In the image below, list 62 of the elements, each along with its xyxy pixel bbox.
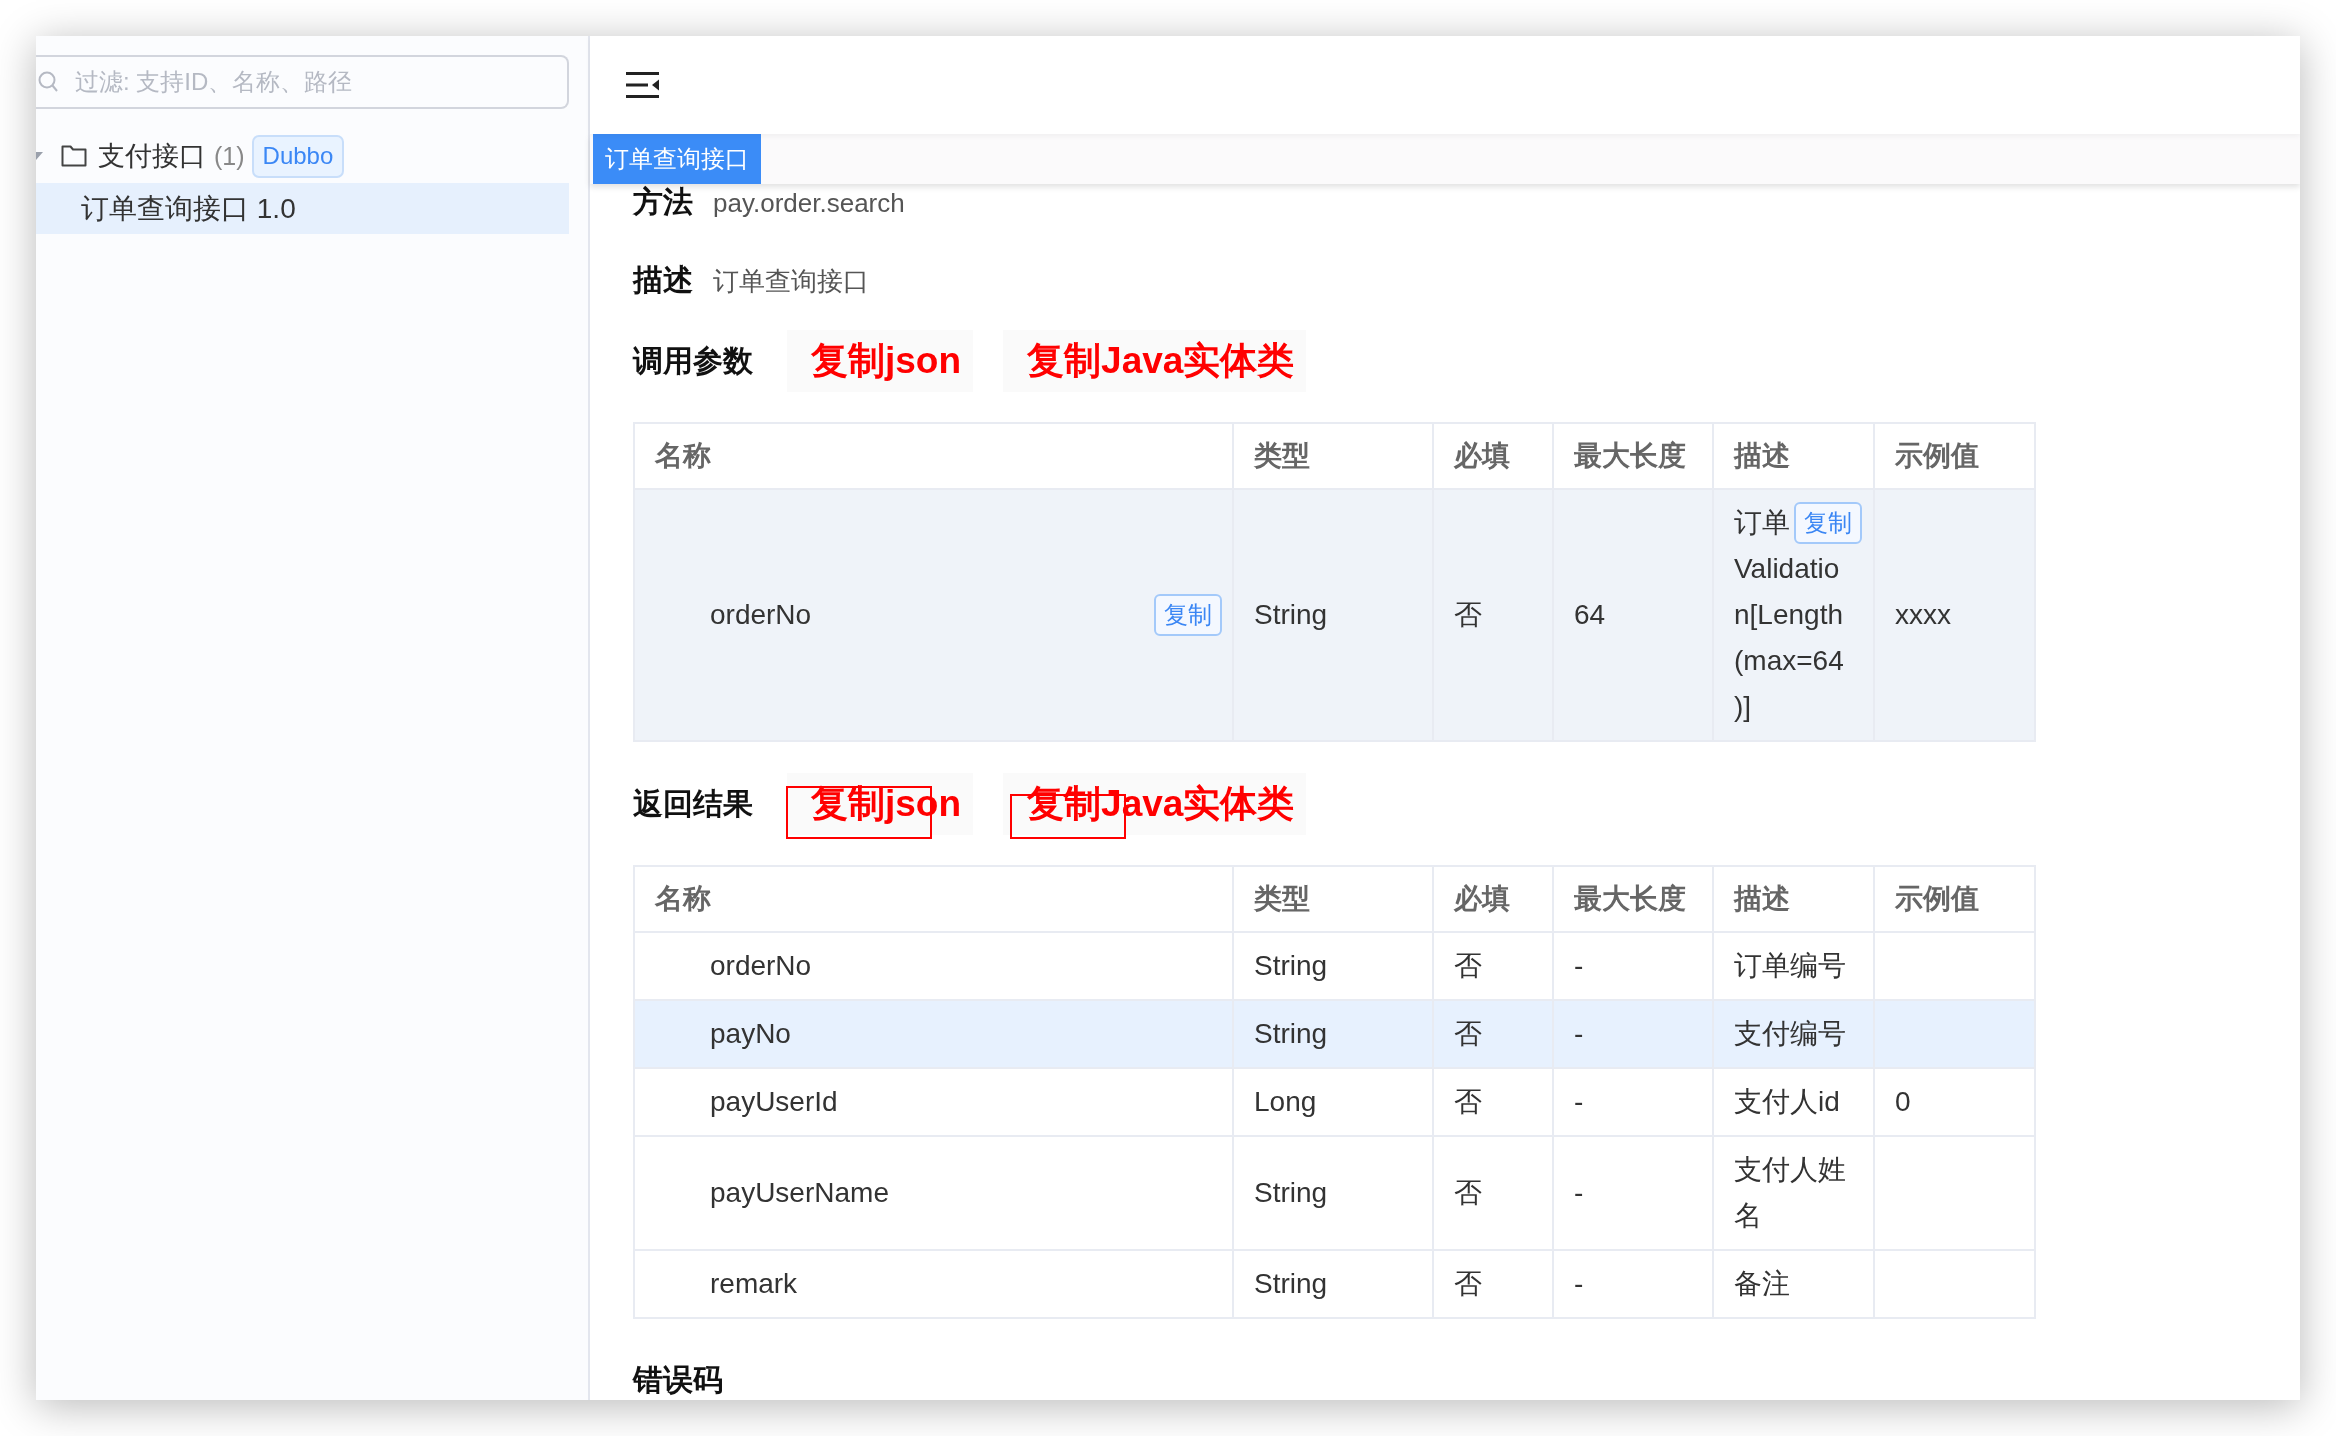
field-label: 描述 <box>633 262 693 298</box>
table-cell: - <box>1553 1250 1713 1318</box>
table-row[interactable]: payUserName String 否 - 支付人姓名 <box>634 1136 2035 1250</box>
table-cell: remark <box>634 1250 1233 1318</box>
column-header: 描述 <box>1713 423 1874 489</box>
cell-text: 订单 <box>1734 506 1790 540</box>
caret-icon[interactable] <box>36 151 43 161</box>
column-header: 名称 <box>634 866 1233 932</box>
cell-text: orderNo <box>710 598 812 632</box>
table-row[interactable]: payUserId Long 否 - 支付人id 0 <box>634 1068 2035 1136</box>
folder-label[interactable]: 支付接口 <box>98 138 206 174</box>
column-header: 类型 <box>1233 423 1433 489</box>
table-row[interactable]: payNo String 否 - 支付编号 <box>634 1000 2035 1068</box>
column-header: 名称 <box>634 423 1233 489</box>
column-header: 类型 <box>1233 866 1433 932</box>
copy-link[interactable]: 复制Java实体类 <box>1003 330 1307 392</box>
column-header: 最大长度 <box>1553 423 1713 489</box>
field-label: 方法 <box>633 184 693 220</box>
item-count: (1) <box>214 141 245 171</box>
table-cell: 支付人姓名 <box>1713 1136 1874 1250</box>
tree-item[interactable]: 订单查询接口 1.0 <box>36 183 569 234</box>
field-value: 订单查询接口 <box>713 265 869 298</box>
table-cell: Long <box>1233 1068 1433 1136</box>
table-cell: payNo <box>634 1000 1233 1068</box>
table-cell: 支付人id <box>1713 1068 1874 1136</box>
search-field[interactable]: 过滤: 支持ID、名称、路径 <box>36 55 569 109</box>
table-cell: - <box>1553 1000 1713 1068</box>
table-cell: - <box>1553 1136 1713 1250</box>
table-cell: - <box>1553 1068 1713 1136</box>
table-cell: payUserId <box>634 1068 1233 1136</box>
table-cell: 否 <box>1433 1250 1553 1318</box>
table-cell: 0 <box>1874 1068 2035 1136</box>
table-cell: 否 <box>1433 1068 1553 1136</box>
table-cell: String <box>1233 1136 1433 1250</box>
table-cell: String <box>1233 1000 1433 1068</box>
table-cell: 备注 <box>1713 1250 1874 1318</box>
table-cell: xxxx <box>1874 489 2035 741</box>
table-cell: 支付编号 <box>1713 1000 1874 1068</box>
section-title: 错误码 <box>633 1365 724 1395</box>
copy-link[interactable]: 复制json <box>787 330 974 392</box>
folder-icon <box>61 145 87 167</box>
section-title: 调用参数 <box>633 343 753 379</box>
table-row[interactable]: remark String 否 - 备注 <box>634 1250 2035 1318</box>
column-header: 示例值 <box>1874 866 2035 932</box>
column-header: 最大长度 <box>1553 866 1713 932</box>
column-header: 必填 <box>1433 423 1553 489</box>
table-cell: 否 <box>1433 1000 1553 1068</box>
column-header: 描述 <box>1713 866 1874 932</box>
table-cell: 否 <box>1433 1136 1553 1250</box>
menu-icon[interactable] <box>626 70 659 100</box>
section-title: 返回结果 <box>633 786 753 822</box>
column-header: 示例值 <box>1874 423 2035 489</box>
column-header: 必填 <box>1433 866 1553 932</box>
table-cell: 否 <box>1433 489 1553 741</box>
table-cell: payUserName <box>634 1136 1233 1250</box>
field-value: pay.order.search <box>713 187 905 220</box>
table-cell: String <box>1233 1250 1433 1318</box>
cell-text: Validation[Length(max=64)] <box>1734 552 1845 724</box>
protocol-tag: Dubbo <box>251 134 345 178</box>
search-icon <box>38 71 58 93</box>
table-cell: String <box>1233 489 1433 741</box>
table-cell: 64 <box>1553 489 1713 741</box>
